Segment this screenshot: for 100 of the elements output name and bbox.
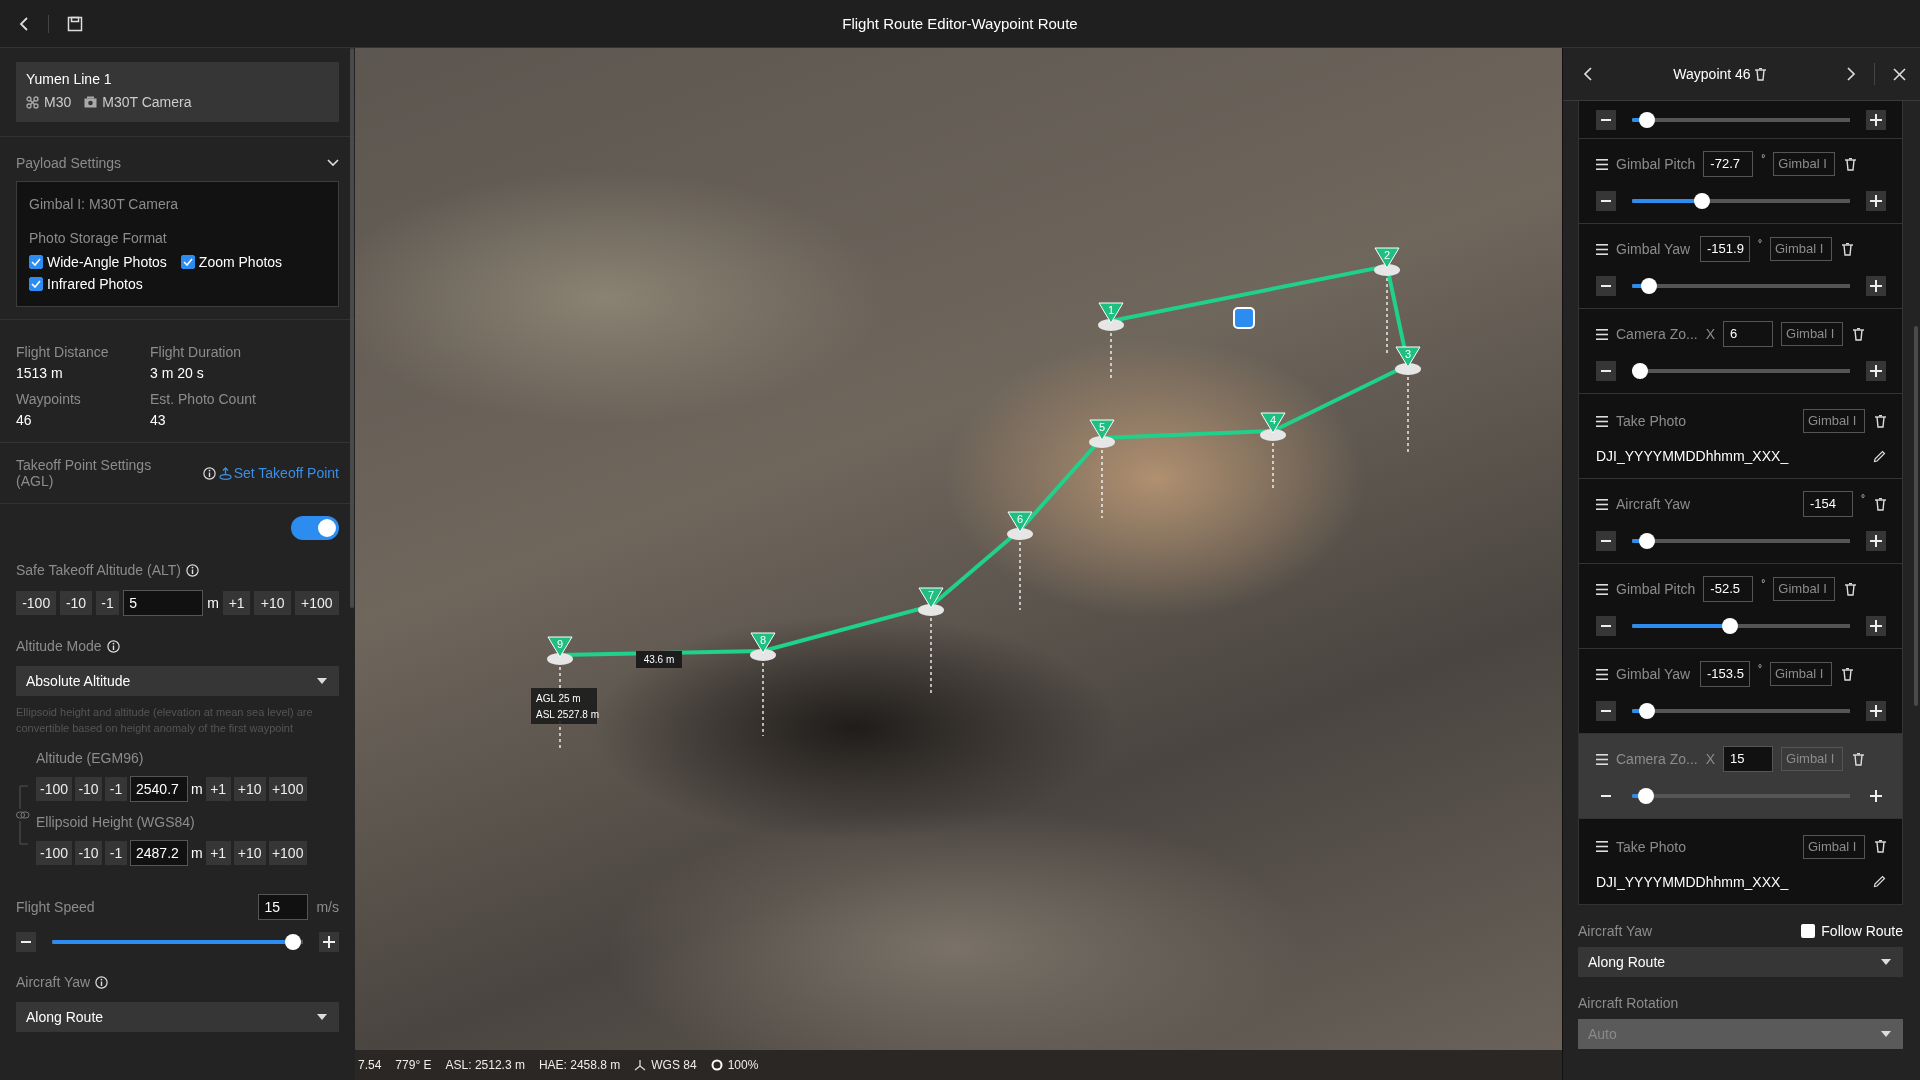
delete-icon[interactable]	[1853, 327, 1865, 341]
close-icon[interactable]	[1893, 67, 1906, 81]
step-button[interactable]: -100	[36, 777, 72, 801]
increase-button[interactable]	[319, 932, 339, 952]
delete-icon[interactable]	[1845, 157, 1857, 171]
info-icon[interactable]	[95, 975, 109, 989]
altitude-mode-select[interactable]: Absolute Altitude	[16, 666, 339, 696]
action-item[interactable]: Take Photo Gimbal I DJI_YYYYMMDDhhmm_XXX_	[1579, 394, 1902, 479]
delete-icon[interactable]	[1875, 840, 1886, 853]
gimbal-select[interactable]: Gimbal I	[1773, 577, 1836, 601]
delete-icon[interactable]	[1845, 582, 1857, 596]
number-field[interactable]: 2487.2	[130, 840, 188, 866]
decrease-button[interactable]	[1596, 109, 1616, 130]
slider-thumb[interactable]	[1639, 111, 1656, 128]
aircraft-yaw-select[interactable]: Along Route	[1578, 947, 1903, 977]
step-button[interactable]: +1	[205, 777, 231, 801]
increase-button[interactable]	[1866, 531, 1886, 551]
drag-handle-icon[interactable]	[1596, 243, 1608, 255]
delete-icon[interactable]	[1842, 667, 1853, 681]
step-button[interactable]: +1	[205, 841, 231, 865]
step-button[interactable]: +100	[268, 777, 307, 801]
slider-thumb[interactable]	[284, 934, 301, 950]
slider-thumb[interactable]	[1639, 533, 1656, 549]
set-takeoff-point-link[interactable]: Set Takeoff Point	[218, 465, 339, 481]
step-button[interactable]: +10	[254, 591, 291, 615]
checkbox[interactable]	[29, 255, 43, 269]
action-item[interactable]: Gimbal Pitch -72.7 ° Gimbal I	[1579, 139, 1902, 224]
step-button[interactable]: +1	[222, 591, 251, 615]
action-item[interactable]: Gimbal Pitch -52.5 ° Gimbal I	[1579, 564, 1902, 649]
step-button[interactable]: -10	[60, 591, 92, 615]
increase-button[interactable]	[1866, 276, 1886, 296]
gimbal-select[interactable]: Gimbal I	[1781, 322, 1844, 346]
slider-thumb[interactable]	[1639, 703, 1656, 719]
action-item[interactable]: Camera Zo... X 15 Gimbal I	[1579, 734, 1902, 819]
number-field[interactable]: 6	[1723, 321, 1774, 347]
drag-handle-icon[interactable]	[1596, 668, 1608, 680]
number-field[interactable]: -153.5	[1700, 661, 1750, 687]
step-button[interactable]: -1	[95, 591, 120, 615]
decrease-button[interactable]	[16, 932, 36, 952]
increase-button[interactable]	[1866, 616, 1886, 636]
increase-button[interactable]	[1866, 701, 1886, 721]
number-field[interactable]: -72.7	[1703, 151, 1754, 177]
scrollbar[interactable]	[1914, 326, 1918, 706]
increase-button[interactable]	[1866, 361, 1886, 381]
next-icon[interactable]	[1846, 67, 1856, 81]
slider-thumb[interactable]	[1638, 788, 1655, 804]
step-button[interactable]: -1	[105, 841, 127, 865]
number-field[interactable]: -154	[1803, 491, 1853, 517]
slider-thumb[interactable]	[1632, 363, 1648, 379]
delete-icon[interactable]	[1754, 67, 1766, 81]
decrease-button[interactable]	[1596, 701, 1616, 721]
decrease-button[interactable]	[1596, 276, 1616, 296]
takeoff-toggle[interactable]	[291, 516, 339, 540]
decrease-button[interactable]	[1596, 531, 1616, 551]
info-icon[interactable]	[106, 639, 120, 653]
action-item[interactable]: Aircraft Yaw -154 °	[1579, 479, 1902, 564]
checkbox[interactable]	[1801, 924, 1816, 938]
drag-handle-icon[interactable]	[1596, 498, 1608, 510]
delete-icon[interactable]	[1842, 242, 1853, 256]
action-item[interactable]: Camera Zo... X 6 Gimbal I	[1579, 309, 1902, 394]
info-icon[interactable]	[186, 563, 199, 577]
number-field[interactable]: 2540.7	[130, 776, 188, 802]
edit-icon[interactable]	[1873, 875, 1886, 888]
save-icon[interactable]	[67, 15, 83, 32]
chevron-down-icon[interactable]	[327, 159, 339, 167]
aircraft-yaw-select[interactable]: Along Route	[16, 1002, 339, 1032]
takeoff-point-icon[interactable]	[1233, 307, 1255, 329]
slider-thumb[interactable]	[1722, 618, 1739, 634]
previous-icon[interactable]	[1583, 67, 1593, 81]
step-button[interactable]: -1	[105, 777, 127, 801]
number-field[interactable]: 15	[1723, 746, 1774, 772]
drag-handle-icon[interactable]	[1596, 583, 1608, 595]
step-button[interactable]: -100	[36, 841, 72, 865]
drag-handle-icon[interactable]	[1596, 158, 1608, 170]
checkbox[interactable]	[29, 277, 43, 291]
action-item[interactable]: Take Photo Gimbal I DJI_YYYYMMDDhhmm_XXX_	[1579, 819, 1902, 904]
decrease-button[interactable]	[1596, 191, 1616, 211]
edit-icon[interactable]	[1873, 449, 1886, 463]
step-button[interactable]: +100	[268, 841, 307, 865]
number-field[interactable]: -52.5	[1703, 576, 1754, 602]
number-field[interactable]: 5	[123, 590, 204, 616]
number-field[interactable]: 15	[258, 894, 309, 920]
decrease-button[interactable]	[1596, 361, 1616, 381]
delete-icon[interactable]	[1875, 414, 1886, 428]
step-button[interactable]: -10	[75, 777, 102, 801]
slider-thumb[interactable]	[1641, 278, 1658, 294]
increase-button[interactable]	[1866, 191, 1886, 211]
step-button[interactable]: +10	[233, 841, 266, 865]
step-button[interactable]: +100	[294, 591, 339, 615]
step-button[interactable]: -100	[16, 591, 57, 615]
scrollbar[interactable]	[350, 48, 354, 608]
back-icon[interactable]	[18, 15, 30, 32]
action-item[interactable]: Gimbal Yaw -153.5 ° Gimbal I	[1579, 649, 1902, 734]
checkbox[interactable]	[180, 255, 195, 269]
drag-handle-icon[interactable]	[1596, 753, 1608, 765]
gimbal-select[interactable]: Gimbal I	[1770, 662, 1832, 686]
step-button[interactable]: -10	[75, 841, 102, 865]
info-icon[interactable]	[202, 466, 216, 480]
increase-button[interactable]	[1866, 109, 1886, 130]
drag-handle-icon[interactable]	[1596, 841, 1608, 852]
